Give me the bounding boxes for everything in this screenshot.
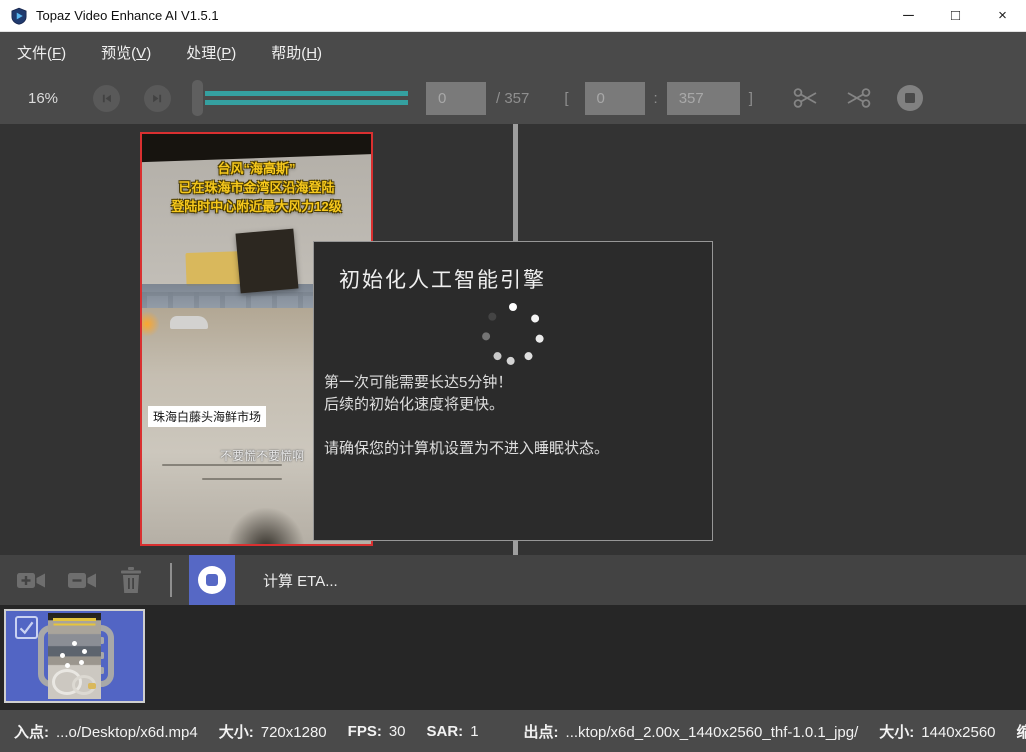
app-window: Topaz Video Enhance AI V1.5.1 ─ □ × 文件(F… [0, 0, 1026, 752]
skip-to-end-button[interactable] [144, 85, 171, 112]
trim-colon: : [654, 90, 658, 107]
current-frame-input[interactable] [426, 82, 486, 115]
remove-video-button[interactable] [67, 569, 98, 592]
status-input-size: 大小:720x1280 [219, 721, 327, 742]
zoom-level-label: 16% [28, 90, 66, 107]
close-button[interactable]: × [979, 0, 1026, 31]
thumbnail-image [48, 613, 101, 699]
window-title: Topaz Video Enhance AI V1.5.1 [36, 8, 219, 23]
menu-preview[interactable]: 预览(V) [101, 42, 151, 63]
window-controls: ─ □ × [885, 0, 1026, 31]
loading-spinner-icon [473, 294, 553, 374]
app-logo-icon [10, 7, 28, 25]
trim-start-input[interactable] [585, 82, 645, 115]
stop-circle-icon [895, 83, 925, 113]
menu-file[interactable]: 文件(F) [17, 42, 66, 63]
maximize-button[interactable]: □ [932, 0, 979, 31]
video-streak [202, 478, 282, 480]
stop-preview-button[interactable] [895, 83, 925, 113]
video-location-label: 珠海白藤头海鲜市场 [148, 406, 266, 427]
status-bar: 入点:...o/Desktop/x6d.mp4 大小:720x1280 FPS:… [0, 710, 1026, 752]
trim-out-button[interactable] [843, 85, 873, 111]
video-overpass-shape [140, 132, 373, 162]
add-video-button[interactable] [16, 569, 47, 592]
thumbnail-checkbox[interactable] [15, 616, 38, 639]
trim-in-button[interactable] [791, 85, 821, 111]
video-thumbnail-card[interactable] [4, 609, 145, 703]
dialog-message: 第一次可能需要长达5分钟！ 后续的初始化速度将更快。 请确保您的计算机设置为不进… [324, 372, 609, 460]
trash-icon [118, 566, 144, 594]
status-output-size: 大小:1440x2560 [879, 721, 995, 742]
main-area: 台风“海高斯” 已在珠海市金湾区沿海登陆 登陆时中心附近最大风力12级 珠海白藤… [0, 124, 1026, 555]
trim-end-input[interactable] [667, 82, 740, 115]
thumbnail-yellow-spot [88, 683, 96, 689]
total-frames-label: / 357 [496, 90, 529, 107]
trim-bracket-close: ] [749, 90, 753, 107]
trim-bracket-open: [ [564, 90, 568, 107]
init-engine-dialog: 初始化人工智能引擎 第一次可能需要长达5分钟！ 后续的初始化速度将更快。 请确保… [313, 241, 713, 541]
remove-video-icon [67, 569, 98, 592]
checkmark-icon [17, 618, 36, 637]
status-scale: 缩放:200% [1017, 721, 1026, 742]
timeline-slider[interactable] [192, 80, 408, 116]
stop-processing-icon [198, 566, 226, 594]
skip-start-icon [99, 91, 114, 106]
video-light-glow [140, 310, 159, 338]
status-sar: SAR:1 [427, 723, 479, 740]
timeline-slider-handle[interactable] [192, 80, 203, 116]
playback-toolbar: 16% / 357 [ : ] [0, 72, 1026, 124]
title-bar: Topaz Video Enhance AI V1.5.1 ─ □ × [0, 0, 1026, 32]
status-output-file: 出点:...ktop/x6d_2.00x_1440x2560_thf-1.0.1… [524, 721, 859, 742]
scissors-out-icon [843, 85, 873, 111]
process-bar-divider [170, 563, 172, 597]
video-caption-text: 不要慌不要慌啊 [220, 447, 304, 464]
menu-bar: 文件(F) 预览(V) 处理(P) 帮助(H) [0, 32, 1026, 72]
status-input-file: 入点:...o/Desktop/x6d.mp4 [14, 721, 198, 742]
eta-label: 计算 ETA... [263, 570, 338, 591]
process-bar: 计算 ETA... [0, 555, 1026, 605]
minimize-button[interactable]: ─ [885, 0, 932, 31]
dialog-title: 初始化人工智能引擎 [339, 264, 546, 294]
timeline-slider-track[interactable] [205, 91, 408, 105]
thumbnail-strip [0, 605, 1026, 710]
menu-process[interactable]: 处理(P) [186, 42, 236, 63]
skip-to-start-button[interactable] [93, 85, 120, 112]
scissors-in-icon [791, 85, 821, 111]
video-hanging-sign-shape [235, 229, 298, 294]
delete-video-button[interactable] [118, 566, 144, 594]
add-video-icon [16, 569, 47, 592]
status-fps: FPS:30 [348, 723, 406, 740]
thumbnail-headline-streak [53, 618, 96, 621]
video-reflection-shape [228, 508, 304, 546]
video-streak [162, 464, 282, 466]
video-headline-text: 台风“海高斯” 已在珠海市金湾区沿海登陆 登陆时中心附近最大风力12级 [142, 159, 371, 216]
menu-help[interactable]: 帮助(H) [271, 42, 322, 63]
video-car-shape [170, 316, 208, 329]
stop-processing-button[interactable] [189, 555, 235, 605]
skip-end-icon [150, 91, 165, 106]
